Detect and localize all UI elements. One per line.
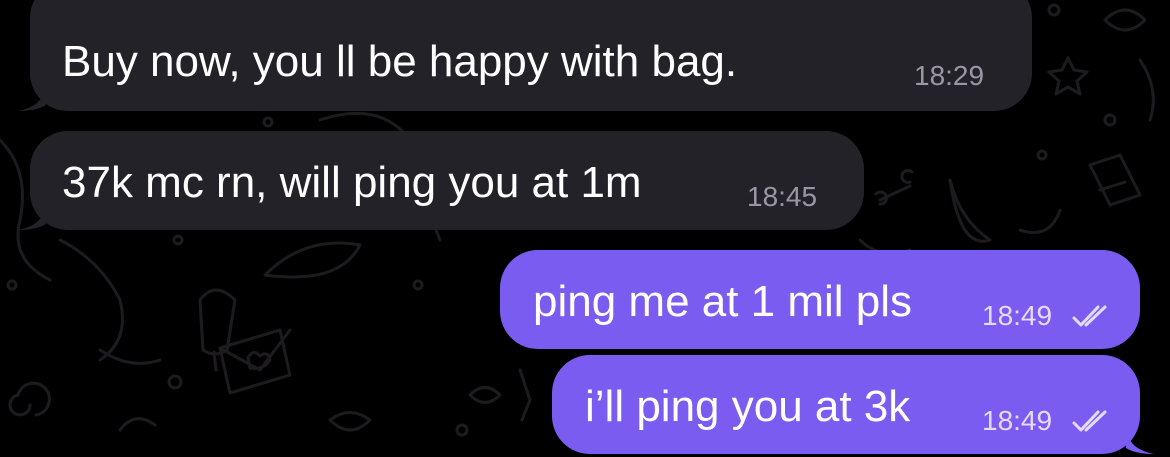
double-check-icon — [1072, 305, 1107, 327]
double-check-icon — [1072, 410, 1107, 432]
message-text: 37k mc rn, will ping you at 1m — [62, 158, 642, 207]
message-bubble-incoming[interactable]: Buy now, you ll be happy with bag. 18:29 — [30, 0, 1032, 111]
bubble-tail — [18, 81, 46, 111]
bubble-tail — [18, 200, 46, 230]
message-bubble-incoming[interactable]: 37k mc rn, will ping you at 1m 18:45 — [30, 131, 864, 230]
bubble-tail — [1126, 424, 1154, 454]
message-timestamp: 18:29 — [914, 60, 985, 91]
message-text: ping me at 1 mil pls — [533, 277, 913, 326]
message-timestamp: 18:45 — [747, 181, 818, 212]
message-timestamp: 18:49 — [982, 405, 1053, 436]
message-bubble-outgoing[interactable]: ping me at 1 mil pls 18:49 — [500, 250, 1140, 349]
message-text: i’ll ping you at 3k — [585, 382, 911, 431]
message-bubble-outgoing[interactable]: i’ll ping you at 3k 18:49 — [552, 355, 1140, 454]
message-text: Buy now, you ll be happy with bag. — [62, 37, 738, 86]
message-timestamp: 18:49 — [982, 300, 1053, 331]
